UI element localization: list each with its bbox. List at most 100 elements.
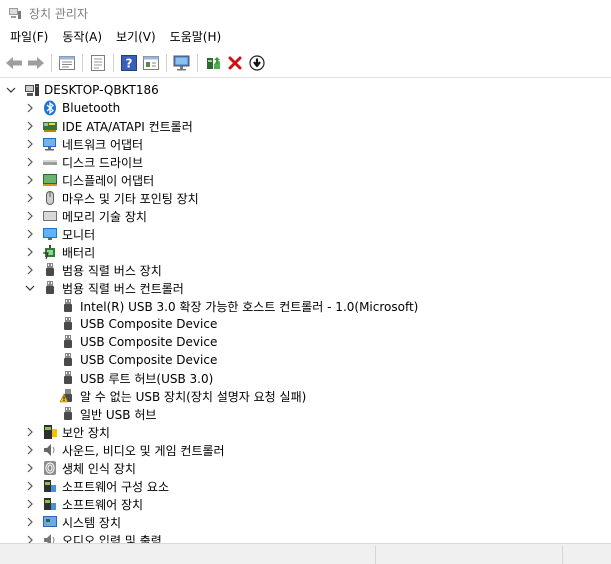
tree-node[interactable]: USB Composite Device [0, 351, 611, 369]
menu-item-view[interactable]: 보기(V) [109, 27, 163, 47]
tree-node-label: Bluetooth [62, 101, 121, 115]
usb-icon [60, 298, 76, 314]
disk-drive-icon [42, 154, 58, 170]
forward-icon [27, 56, 45, 70]
tree-node[interactable]: DESKTOP-QBKT186 [0, 81, 611, 99]
chevron-right-icon[interactable] [23, 461, 37, 475]
computer-icon [24, 82, 40, 98]
tree-node-label: 디스플레이 어댑터 [62, 173, 155, 188]
chevron-right-icon[interactable] [23, 209, 37, 223]
chevron-right-icon[interactable] [23, 227, 37, 241]
chevron-right-icon[interactable] [23, 101, 37, 115]
tree-node-label: 소프트웨어 장치 [62, 497, 144, 512]
usb-icon [60, 406, 76, 422]
toolbar-separator [51, 54, 52, 72]
tree-node[interactable]: 모니터 [0, 225, 611, 243]
tree-node-label: 소프트웨어 구성 요소 [62, 479, 169, 494]
chevron-right-icon[interactable] [23, 155, 37, 169]
properties-icon [59, 56, 75, 70]
status-bar [0, 543, 611, 564]
disable-device-button[interactable] [246, 52, 268, 74]
chevron-right-icon[interactable] [23, 173, 37, 187]
tree-node-label: 네트워크 어댑터 [62, 137, 144, 152]
tree-node-label: DESKTOP-QBKT186 [44, 83, 159, 97]
chevron-right-icon[interactable] [23, 137, 37, 151]
usb-icon [60, 370, 76, 386]
tree-node[interactable]: 소프트웨어 장치 [0, 495, 611, 513]
chevron-right-icon[interactable] [23, 479, 37, 493]
chevron-right-icon[interactable] [23, 515, 37, 529]
network-adapter-icon [42, 136, 58, 152]
usb-icon [60, 352, 76, 368]
menu-bar: 파일(F) 동작(A) 보기(V) 도움말(H) [0, 26, 611, 48]
tree-node[interactable]: Bluetooth [0, 99, 611, 117]
tree-node-label: 메모리 기술 장치 [62, 209, 147, 224]
action-view-button[interactable] [140, 52, 162, 74]
tree-node-label: 생체 인식 장치 [62, 461, 136, 476]
tree-node[interactable]: 소프트웨어 구성 요소 [0, 477, 611, 495]
tree-node[interactable]: 디스플레이 어댑터 [0, 171, 611, 189]
tree-node[interactable]: 시스템 장치 [0, 513, 611, 531]
display-adapter-icon [42, 172, 58, 188]
uninstall-button[interactable] [224, 52, 246, 74]
tree-node[interactable]: 범용 직렬 버스 장치 [0, 261, 611, 279]
tree-node[interactable]: IDE ATA/ATAPI 컨트롤러 [0, 117, 611, 135]
tree-node-label: IDE ATA/ATAPI 컨트롤러 [62, 119, 193, 134]
tree-node[interactable]: USB Composite Device [0, 333, 611, 351]
battery-icon [42, 244, 58, 260]
chevron-right-icon[interactable] [23, 263, 37, 277]
tree-node[interactable]: 알 수 없는 USB 장치(장치 설명자 요청 실패) [0, 387, 611, 405]
tree-node[interactable]: 일반 USB 허브 [0, 405, 611, 423]
tree-node-label: 범용 직렬 버스 장치 [62, 263, 162, 278]
back-button[interactable] [3, 52, 25, 74]
chevron-down-icon[interactable] [4, 83, 18, 97]
update-driver-icon [205, 55, 221, 71]
menu-item-file[interactable]: 파일(F) [3, 27, 55, 47]
title-bar: 장치 관리자 [0, 0, 611, 26]
chevron-right-icon[interactable] [23, 497, 37, 511]
svg-text:?: ? [126, 57, 133, 71]
tree-node[interactable]: 메모리 기술 장치 [0, 207, 611, 225]
tree-node-label: 범용 직렬 버스 컨트롤러 [62, 281, 184, 296]
chevron-right-icon[interactable] [23, 443, 37, 457]
chevron-right-icon[interactable] [23, 245, 37, 259]
tree-node[interactable]: 사운드, 비디오 및 게임 컨트롤러 [0, 441, 611, 459]
security-device-icon [42, 424, 58, 440]
tree-node[interactable]: 생체 인식 장치 [0, 459, 611, 477]
chevron-down-icon[interactable] [23, 281, 37, 295]
tree-node[interactable]: 마우스 및 기타 포인팅 장치 [0, 189, 611, 207]
warning-icon [60, 388, 76, 404]
menu-item-help[interactable]: 도움말(H) [163, 27, 229, 47]
scan-hardware-button[interactable] [171, 52, 193, 74]
scan-hardware-icon [173, 55, 191, 71]
usb-icon [42, 262, 58, 278]
tree-node-label: USB Composite Device [80, 335, 218, 349]
tree-node[interactable]: Intel(R) USB 3.0 확장 가능한 호스트 컨트롤러 - 1.0(M… [0, 297, 611, 315]
tree-node[interactable]: USB Composite Device [0, 315, 611, 333]
chevron-right-icon[interactable] [23, 425, 37, 439]
properties-button[interactable] [56, 52, 78, 74]
device-manager-icon [8, 6, 22, 20]
toolbar: ? [0, 50, 611, 76]
tree-node[interactable]: 네트워크 어댑터 [0, 135, 611, 153]
software-device-icon [42, 496, 58, 512]
menu-item-action[interactable]: 동작(A) [55, 27, 109, 47]
tree-node[interactable]: 배터리 [0, 243, 611, 261]
toolbar-separator [166, 54, 167, 72]
tree-node-label: 디스크 드라이브 [62, 155, 144, 170]
device-tree[interactable]: DESKTOP-QBKT186 Bluetooth IDE ATA/ATAPI 컨트… [0, 77, 611, 544]
disable-device-icon [249, 55, 265, 71]
tree-node[interactable]: USB 루트 허브(USB 3.0) [0, 369, 611, 387]
forward-button[interactable] [25, 52, 47, 74]
chevron-right-icon[interactable] [23, 119, 37, 133]
update-driver-button[interactable] [202, 52, 224, 74]
tree-node[interactable]: 보안 장치 [0, 423, 611, 441]
back-icon [5, 56, 23, 70]
show-hidden-button[interactable] [87, 52, 109, 74]
chevron-right-icon[interactable] [23, 191, 37, 205]
tree-node[interactable]: 범용 직렬 버스 컨트롤러 [0, 279, 611, 297]
help-button[interactable]: ? [118, 52, 140, 74]
tree-node-label: USB Composite Device [80, 317, 218, 331]
tree-node[interactable]: 디스크 드라이브 [0, 153, 611, 171]
tree-node-label: USB Composite Device [80, 353, 218, 367]
